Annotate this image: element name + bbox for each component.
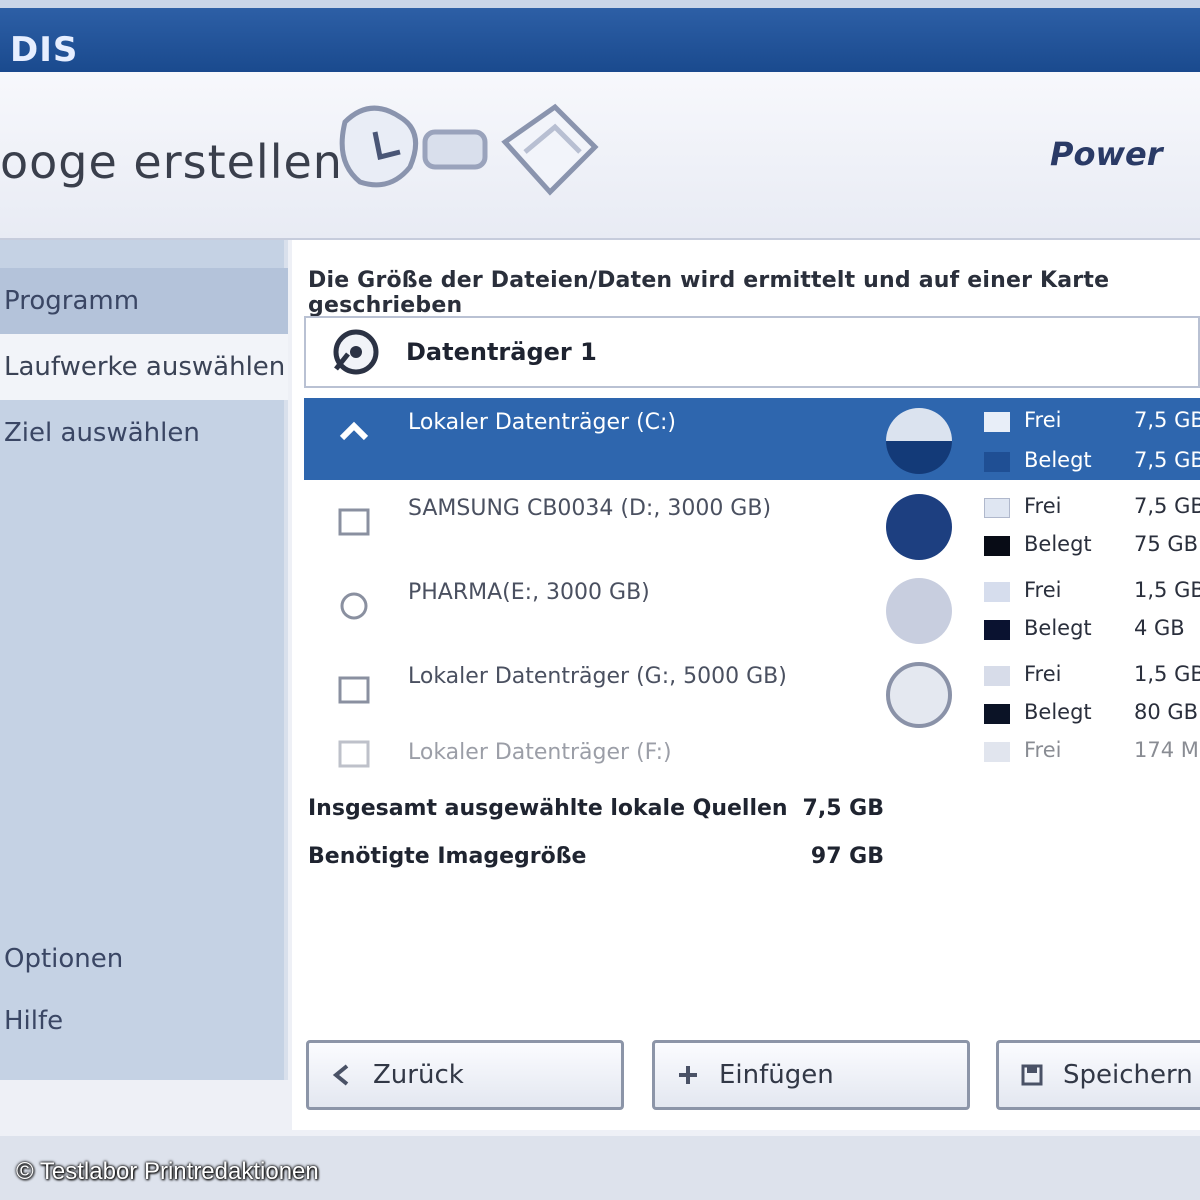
legend-swatch-free: [984, 412, 1010, 432]
add-icon: [679, 1066, 697, 1084]
back-arrow-icon: [332, 1064, 349, 1086]
disk-icon: [333, 329, 379, 375]
summary-value-selected: 7,5 GB: [802, 796, 884, 821]
partition-checkbox-icon: [338, 676, 370, 704]
legend-swatch-used: [984, 620, 1010, 640]
copyright-watermark: © Testlabor Printredaktionen: [16, 1158, 319, 1185]
sidebar-item-optionen[interactable]: Optionen: [0, 926, 288, 992]
sidebar-item-laufwerke[interactable]: Laufwerke auswählen: [0, 334, 288, 400]
partition-row[interactable]: PHARMA(E:, 3000 GB) Frei 1,5 GB Belegt 4…: [304, 568, 1200, 650]
usage-disc: [886, 662, 952, 728]
insert-button[interactable]: Einfügen: [652, 1040, 970, 1110]
partition-row[interactable]: Lokaler Datenträger (F:) Frei 174 MB: [304, 728, 1200, 778]
legend-label: Frei: [1024, 494, 1062, 518]
usage-disc: [886, 578, 952, 644]
backup-illustration-icon: [339, 103, 599, 196]
back-button-label: Zurück: [373, 1060, 464, 1090]
partition-row[interactable]: Lokaler Datenträger (G:, 5000 GB) Frei 1…: [304, 652, 1200, 734]
partition-list: Lokaler Datenträger (C:) Frei 7,5 GB Bel…: [304, 398, 1200, 778]
partition-label: Lokaler Datenträger (F:): [408, 740, 672, 765]
partition-label: Lokaler Datenträger (G:, 5000 GB): [408, 664, 787, 689]
legend-value: 174 MB: [1134, 738, 1200, 762]
legend-label: Belegt: [1024, 532, 1092, 556]
partition-checkbox-icon: [339, 421, 369, 441]
summary-label-selected: Insgesamt ausgewählte lokale Quellen: [308, 796, 788, 821]
usage-disc: [886, 408, 952, 474]
legend-value: 4 GB: [1134, 616, 1185, 640]
legend-swatch-free: [984, 582, 1010, 602]
legend-label: Frei: [1024, 738, 1062, 762]
legend-value: 7,5 GB: [1134, 448, 1200, 472]
partition-row[interactable]: SAMSUNG CB0034 (D:, 3000 GB) Frei 7,5 GB…: [304, 484, 1200, 566]
partition-row[interactable]: Lokaler Datenträger (C:) Frei 7,5 GB Bel…: [304, 398, 1200, 480]
disk-select-label: Datenträger 1: [406, 338, 597, 366]
window-titlebar: DIS: [0, 0, 1200, 72]
usage-disc: [886, 494, 952, 560]
legend-value: 80 GB: [1134, 700, 1199, 724]
disk-select-dropdown[interactable]: Datenträger 1: [304, 316, 1200, 388]
legend-value: 7,5 GB: [1134, 408, 1200, 432]
summary-value-image-size: 97 GB: [810, 844, 884, 869]
save-button-label: Speichern: [1063, 1060, 1193, 1090]
legend-label: Belegt: [1024, 616, 1092, 640]
insert-button-label: Einfügen: [719, 1060, 834, 1090]
legend-value: 1,5 GB: [1134, 578, 1200, 602]
legend-swatch-free: [984, 742, 1010, 762]
partition-checkbox-icon: [338, 740, 370, 768]
partition-label: SAMSUNG CB0034 (D:, 3000 GB): [408, 496, 772, 521]
legend-swatch-used: [984, 704, 1010, 724]
window-title: DIS: [10, 30, 79, 70]
legend-swatch-free: [984, 666, 1010, 686]
legend-label: Belegt: [1024, 448, 1092, 472]
legend-swatch-used: [984, 536, 1010, 556]
summary-label-image-size: Benötigte Imagegröße: [308, 844, 587, 869]
legend-label: Frei: [1024, 408, 1062, 432]
back-button[interactable]: Zurück: [306, 1040, 624, 1110]
legend-label: Frei: [1024, 578, 1062, 602]
sidebar-item-programm[interactable]: Programm: [0, 268, 288, 334]
sidebar-item-ziel[interactable]: Ziel auswählen: [0, 400, 288, 466]
save-icon: [1021, 1064, 1043, 1086]
brand-logo: Power: [1050, 135, 1163, 173]
legend-value: 1,5 GB: [1134, 662, 1200, 686]
partition-checkbox-icon: [340, 592, 368, 620]
legend-label: Belegt: [1024, 700, 1092, 724]
legend-label: Frei: [1024, 662, 1062, 686]
legend-value: 7,5 GB: [1134, 494, 1200, 518]
legend-swatch-free: [984, 498, 1010, 518]
instruction-text: Die Größe der Dateien/Daten wird ermitte…: [308, 268, 1110, 318]
partition-checkbox-icon: [338, 508, 370, 536]
sidebar: Programm Laufwerke auswählen Ziel auswäh…: [0, 240, 288, 1080]
sidebar-item-hilfe[interactable]: Hilfe: [0, 988, 288, 1054]
save-button[interactable]: Speichern: [996, 1040, 1200, 1110]
legend-value: 75 GB: [1134, 532, 1199, 556]
legend-swatch-used: [984, 452, 1010, 472]
partition-label: Lokaler Datenträger (C:): [408, 410, 677, 435]
partition-label: PHARMA(E:, 3000 GB): [408, 580, 650, 605]
page-title: ooge erstellen: [0, 135, 343, 189]
